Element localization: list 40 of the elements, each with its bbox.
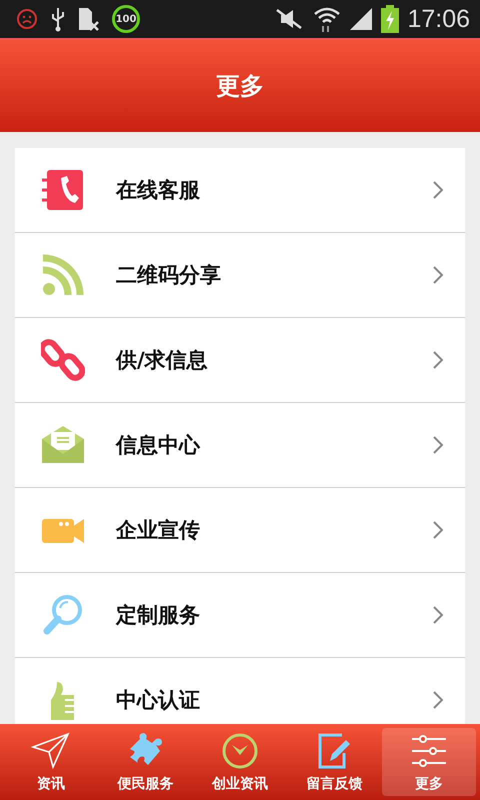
menu-label: 在线客服 <box>116 177 201 204</box>
menu-item[interactable]: 二维码分享 <box>15 233 465 318</box>
menu-label: 定制服务 <box>116 602 201 629</box>
chevron-right-icon <box>433 521 443 539</box>
menu-item[interactable]: 企业宣传 <box>15 488 465 573</box>
tab-item[interactable]: 更多 <box>382 728 476 796</box>
menu-label: 中心认证 <box>116 687 201 714</box>
rss-icon <box>41 253 85 297</box>
chevron-right-icon <box>433 181 443 199</box>
chevron-right-icon <box>433 351 443 369</box>
menu-label: 企业宣传 <box>116 517 201 544</box>
usb-icon <box>50 6 66 32</box>
sim-card-icon <box>78 6 100 32</box>
paper-plane-icon <box>31 731 72 771</box>
menu-item[interactable]: 供/求信息 <box>15 318 465 403</box>
chevron-right-icon <box>433 436 443 454</box>
menu-item[interactable]: 定制服务 <box>15 573 465 658</box>
signal-icon <box>349 7 374 31</box>
magnifier-icon <box>41 593 85 637</box>
menu-item[interactable]: 信息中心 <box>15 403 465 488</box>
clock-time: 17:06 <box>407 4 470 34</box>
page-title: 更多 <box>216 71 264 102</box>
menu-item[interactable]: 在线客服 <box>15 148 465 233</box>
tab-item[interactable]: 资讯 <box>4 728 98 796</box>
chevron-right-icon <box>433 266 443 284</box>
clock-icon <box>220 731 260 771</box>
battery-icon <box>381 5 400 33</box>
battery-percent-badge: 100 <box>112 5 140 33</box>
sad-face-icon <box>16 8 38 30</box>
menu-label: 供/求信息 <box>116 347 209 374</box>
phone-book-icon <box>41 168 85 212</box>
tab-item[interactable]: 留言反馈 <box>287 728 382 796</box>
menu-label: 信息中心 <box>116 432 202 459</box>
chain-link-icon <box>41 338 85 382</box>
tab-item[interactable]: 创业资讯 <box>192 728 288 796</box>
tab-item[interactable]: 便民服务 <box>98 728 193 796</box>
chevron-right-icon <box>433 691 443 709</box>
menu-label: 二维码分享 <box>116 262 222 289</box>
chevron-right-icon <box>433 606 443 624</box>
wifi-icon <box>313 5 342 33</box>
